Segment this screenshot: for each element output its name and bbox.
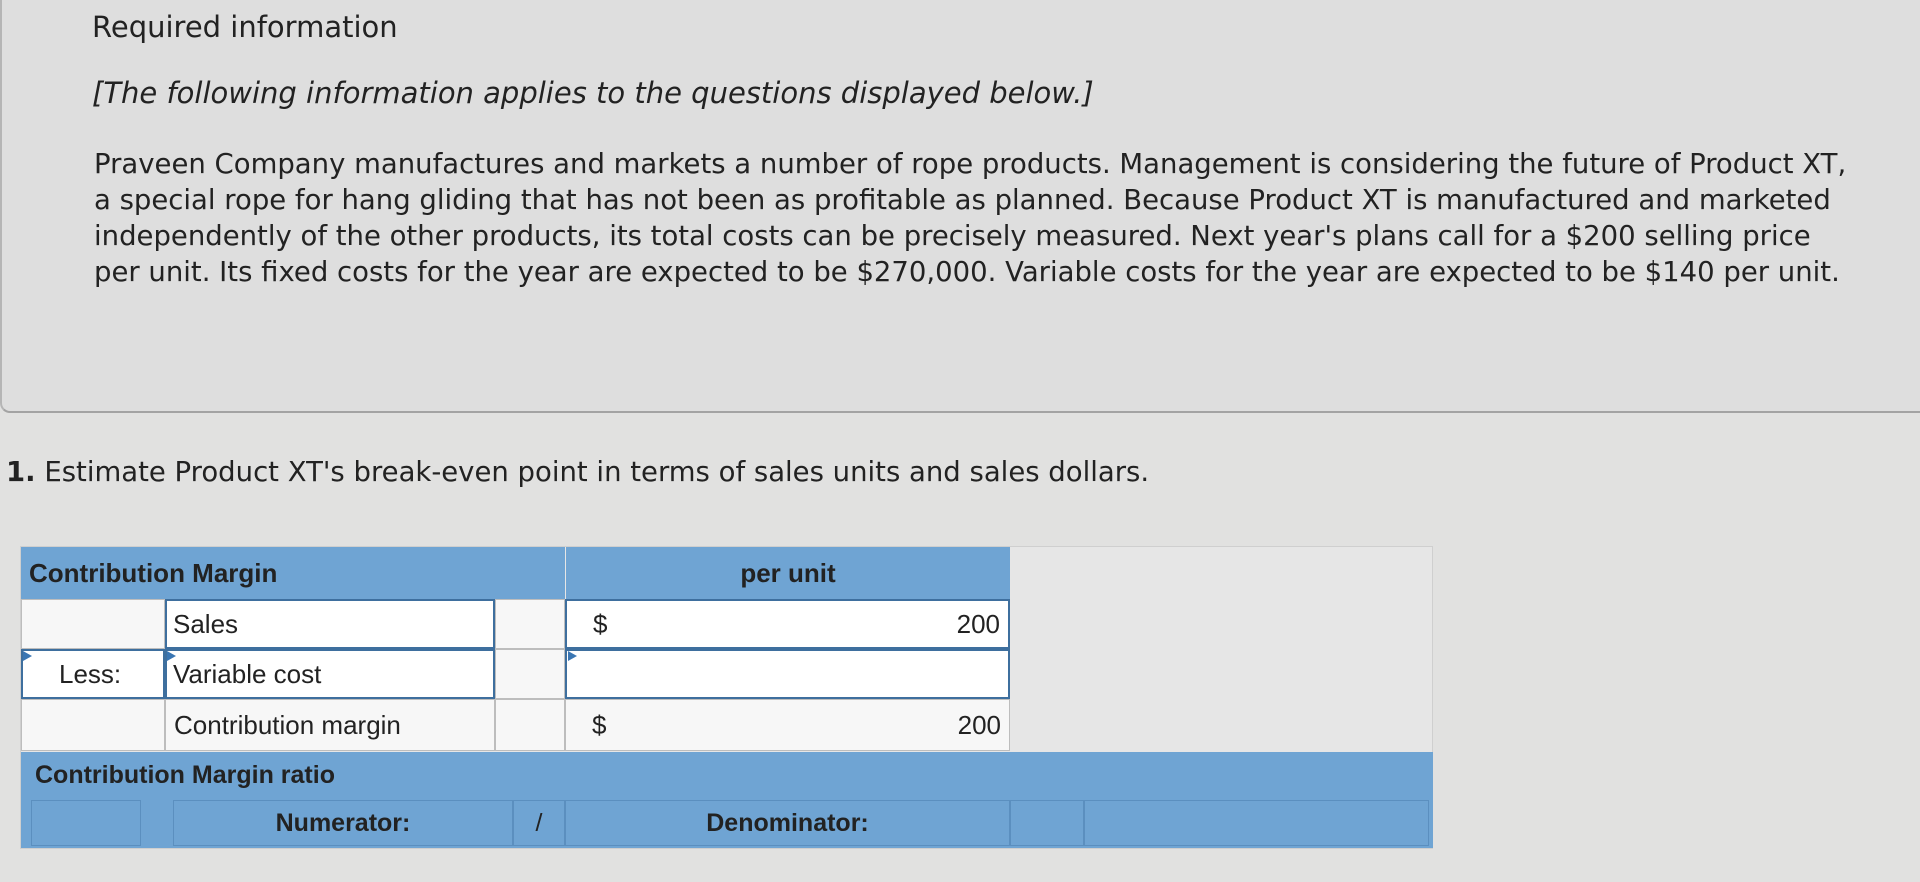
variable-cost-label-field[interactable]: Variable cost [165,649,495,699]
row-spacer [495,699,565,751]
question-1: 1. Estimate Product XT's break-even poin… [6,456,1149,488]
row-spacer [495,649,565,699]
contribution-margin-per-unit-cell: $ 200 [565,699,1010,751]
row-flag-icon [568,651,577,661]
variable-cost-label: Variable cost [173,658,322,689]
contribution-margin-label-cell: Contribution margin [165,699,495,751]
less-prefix-field[interactable]: Less: [21,649,165,699]
contribution-margin-worksheet: Contribution Margin per unit Sales $ 200… [20,546,1433,849]
ratio-equals-cell [1010,800,1084,846]
question-number: 1. [6,456,36,488]
sales-label-field[interactable]: Sales [165,599,495,649]
cm-value: 200 [957,709,1001,740]
sales-per-unit-field[interactable]: $ 200 [565,599,1010,649]
header-contribution-margin: Contribution Margin [21,547,565,599]
row-flag-icon [167,651,176,661]
row-prefix-cm [21,699,165,751]
denominator-label: Denominator: [565,800,1010,846]
required-information-title: Required information [92,10,398,44]
cm-currency: $ [592,709,607,740]
row-spacer [495,599,565,649]
ratio-divider: / [513,800,565,846]
header-per-unit: per unit [566,547,1010,599]
question-text: Estimate Product XT's break-even point i… [44,456,1150,488]
sales-currency: $ [593,608,608,639]
scenario-text: Praveen Company manufactures and markets… [94,148,1847,288]
ratio-result-cell [1084,800,1429,846]
ratio-row-lead [31,800,141,846]
sales-value: 200 [956,608,1000,639]
numerator-label: Numerator: [173,800,513,846]
variable-cost-per-unit-field[interactable] [565,649,1010,699]
less-label: Less: [59,658,122,689]
contribution-margin-label: Contribution margin [174,709,401,740]
row-prefix-sales [21,599,165,649]
applies-note: [The following information applies to th… [92,76,1094,110]
contribution-margin-ratio-header: Contribution Margin ratio [21,752,1433,798]
required-information-panel: Required information [The following info… [0,0,1920,413]
row-flag-icon [23,651,32,661]
sales-label: Sales [173,608,239,639]
